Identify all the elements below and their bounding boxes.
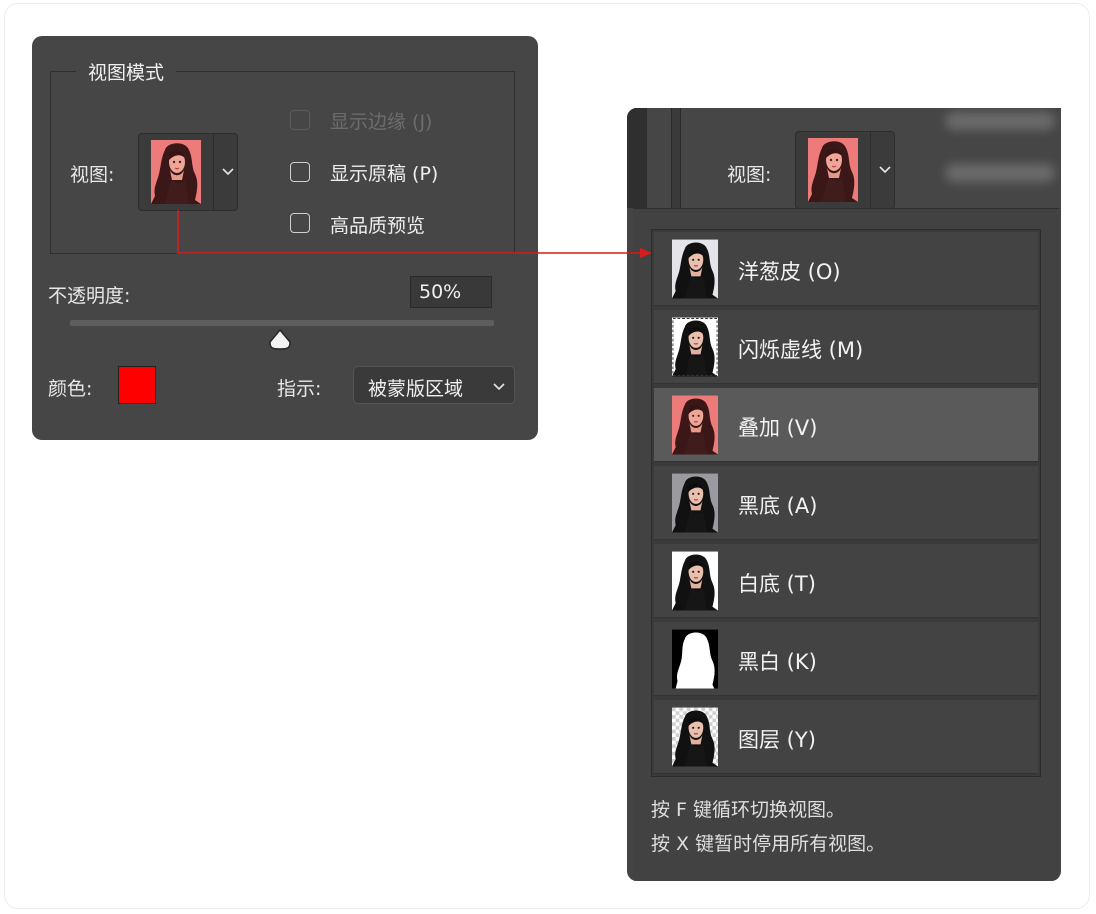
show-original-checkbox[interactable]: [290, 162, 310, 182]
panel-header-area: 视图:: [627, 108, 1061, 209]
panel-divider: [671, 108, 681, 208]
menu-item-label: 叠加 (V): [738, 416, 818, 440]
color-label: 颜色:: [48, 378, 93, 400]
portrait-onion-skin-thumbnail: [672, 239, 718, 301]
show-original-label: 显示原稿 (P): [330, 163, 439, 185]
portrait-marching-ants-thumbnail: [672, 317, 718, 379]
blurred-option: [945, 164, 1055, 182]
opacity-label: 不透明度:: [48, 285, 131, 307]
portrait-overlay-thumbnail: [672, 395, 718, 457]
portrait-on-white-thumbnail: [672, 551, 718, 613]
view-mode-panel-expanded: 视图: 洋葱皮 (O) 闪烁虚线 (M) 叠加 (V) 黑底 (A) 白底 (T…: [627, 108, 1061, 881]
menu-item-label: 图层 (Y): [738, 728, 816, 752]
chevron-down-icon[interactable]: [878, 165, 892, 175]
view-mode-dropdown-menu: 洋葱皮 (O) 闪烁虚线 (M) 叠加 (V) 黑底 (A) 白底 (T) 黑白…: [633, 208, 1059, 881]
menu-item-overlay[interactable]: 叠加 (V): [654, 388, 1038, 462]
opacity-slider-track[interactable]: [70, 320, 494, 326]
view-mode-group-title: 视图模式: [76, 58, 177, 85]
view-picker[interactable]: [138, 133, 238, 211]
portrait-overlay-thumbnail: [808, 138, 858, 202]
view-label: 视图:: [727, 164, 772, 186]
menu-item-marching-ants[interactable]: 闪烁虚线 (M): [654, 310, 1038, 384]
view-picker[interactable]: [795, 131, 895, 209]
panel-left-edge: [627, 108, 647, 208]
view-mode-panel: 视图模式 视图: 显示边缘 (J) 显示原稿 (P) 高品质预览 不透明度: 5…: [32, 36, 538, 440]
indicate-select[interactable]: 被蒙版区域: [353, 366, 515, 404]
menu-item-layer[interactable]: 图层 (Y): [654, 700, 1038, 774]
view-picker-divider: [213, 134, 214, 210]
portrait-overlay-thumbnail: [151, 140, 201, 204]
show-edge-label: 显示边缘 (J): [330, 111, 433, 133]
chevron-down-icon: [493, 383, 505, 391]
view-label: 视图:: [70, 164, 115, 186]
portrait-on-layers-thumbnail: [672, 707, 718, 769]
chevron-down-icon[interactable]: [221, 167, 235, 177]
menu-item-label: 黑底 (A): [738, 494, 818, 518]
indicate-select-value: 被蒙版区域: [368, 378, 464, 400]
menu-item-black-white[interactable]: 黑白 (K): [654, 622, 1038, 696]
menu-item-label: 白底 (T): [738, 572, 816, 596]
hint-disable-views: 按 X 键暂时停用所有视图。: [651, 833, 886, 855]
show-edge-checkbox[interactable]: [290, 110, 310, 130]
overlay-color-swatch[interactable]: [118, 366, 156, 404]
menu-item-on-black[interactable]: 黑底 (A): [654, 466, 1038, 540]
menu-item-label: 洋葱皮 (O): [738, 260, 841, 284]
hint-cycle-views: 按 F 键循环切换视图。: [651, 799, 846, 821]
view-picker-divider: [870, 132, 871, 208]
blurred-option: [945, 112, 1055, 130]
menu-item-onion-skin[interactable]: 洋葱皮 (O): [654, 232, 1038, 306]
menu-item-label: 黑白 (K): [738, 650, 817, 674]
high-quality-preview-checkbox[interactable]: [290, 213, 310, 233]
high-quality-preview-label: 高品质预览: [330, 215, 426, 237]
portrait-on-black-thumbnail: [672, 473, 718, 535]
menu-item-label: 闪烁虚线 (M): [738, 338, 864, 362]
menu-item-on-white[interactable]: 白底 (T): [654, 544, 1038, 618]
opacity-value-field[interactable]: 50%: [410, 276, 492, 308]
opacity-slider-handle[interactable]: [268, 328, 292, 352]
view-mode-group: [50, 71, 515, 254]
indicate-label: 指示:: [277, 378, 322, 400]
view-mode-list: 洋葱皮 (O) 闪烁虚线 (M) 叠加 (V) 黑底 (A) 白底 (T) 黑白…: [651, 229, 1041, 777]
black-white-mask-thumbnail: [672, 629, 718, 689]
